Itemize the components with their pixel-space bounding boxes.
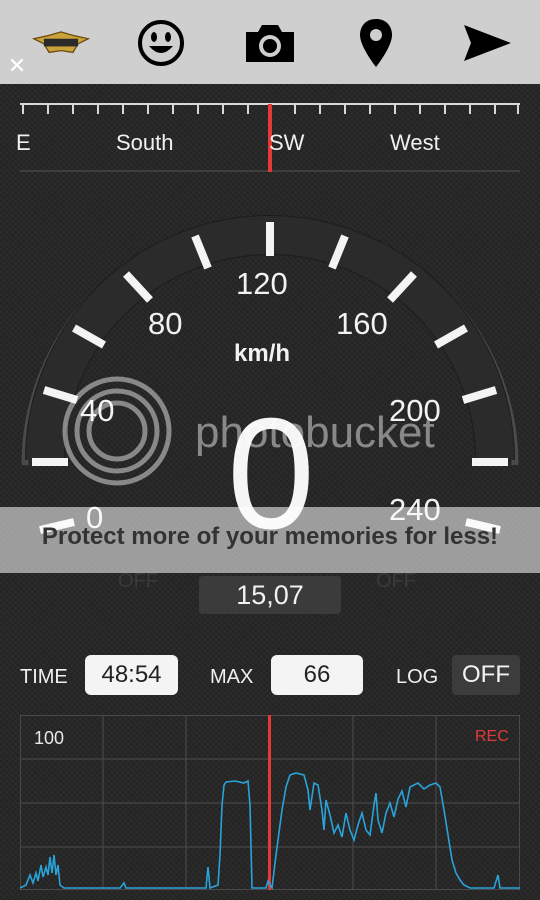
max-label: MAX (210, 666, 254, 688)
watermark-logo: photobucket (195, 408, 435, 457)
off-indicator-left: OFF (118, 570, 158, 592)
watermark-text: Protect more of your memories for less! (41, 523, 499, 550)
playback-marker (268, 715, 271, 890)
compass-strip: E South SW West (16, 100, 520, 172)
log-label: LOG (396, 666, 439, 688)
compass-label-south: South (116, 130, 174, 155)
compass-label-e: E (16, 130, 31, 155)
rec-indicator[interactable]: REC (475, 728, 509, 746)
trip-distance[interactable]: 15,07 (199, 576, 341, 614)
log-toggle[interactable]: OFF (452, 655, 520, 695)
logo-badge-icon[interactable] (32, 14, 90, 72)
top-toolbar: ✕ (0, 0, 540, 84)
time-value[interactable]: 48:54 (85, 655, 178, 695)
location-pin-icon[interactable] (347, 14, 405, 72)
speed-history-graph (20, 715, 520, 890)
off-indicator-right: OFF (376, 570, 416, 592)
time-label: TIME (20, 666, 68, 688)
max-value[interactable]: 66 (271, 655, 363, 695)
send-icon[interactable] (458, 14, 516, 72)
scale-label-80: 80 (148, 306, 183, 341)
compass-label-west: West (390, 130, 440, 155)
smiley-icon[interactable] (132, 14, 190, 72)
camera-icon[interactable] (241, 14, 299, 72)
scale-label-160: 160 (336, 306, 388, 341)
scale-label-120: 120 (236, 266, 288, 301)
close-icon[interactable]: ✕ (6, 54, 28, 78)
watermark-rings-icon (62, 376, 172, 486)
speed-unit: km/h (234, 340, 291, 367)
compass-label-sw: SW (269, 130, 305, 155)
graph-max-label: 100 (34, 728, 65, 748)
